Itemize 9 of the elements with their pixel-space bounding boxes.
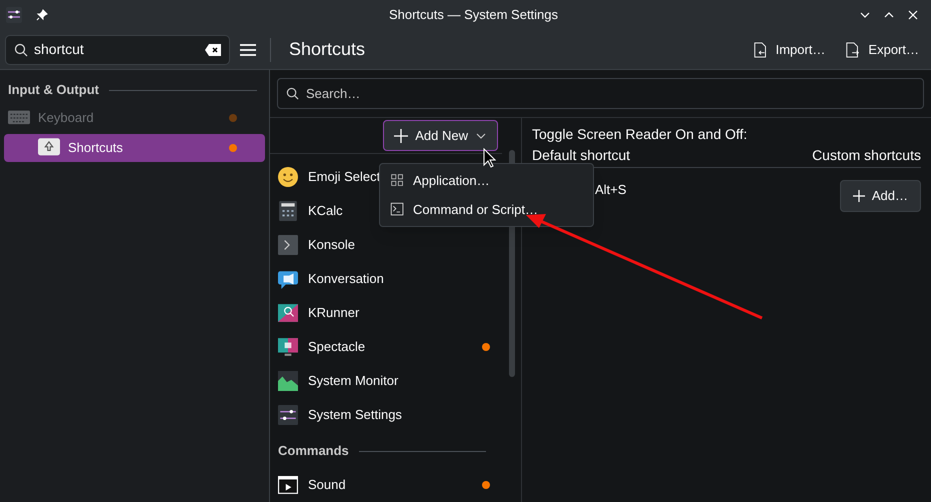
shortcut-value: Alt+S — [595, 181, 626, 199]
page-title: Shortcuts — [289, 38, 366, 61]
section-header: Commands — [278, 442, 349, 460]
window-title: Shortcuts — System Settings — [388, 6, 560, 24]
search-text: shortcut — [34, 40, 85, 59]
column-header: Custom shortcuts — [812, 146, 921, 165]
column-header: Default shortcut — [532, 146, 630, 165]
shortcut-title: Toggle Screen Reader On and Off: — [532, 125, 748, 144]
section-header: Input & Output — [8, 81, 99, 100]
